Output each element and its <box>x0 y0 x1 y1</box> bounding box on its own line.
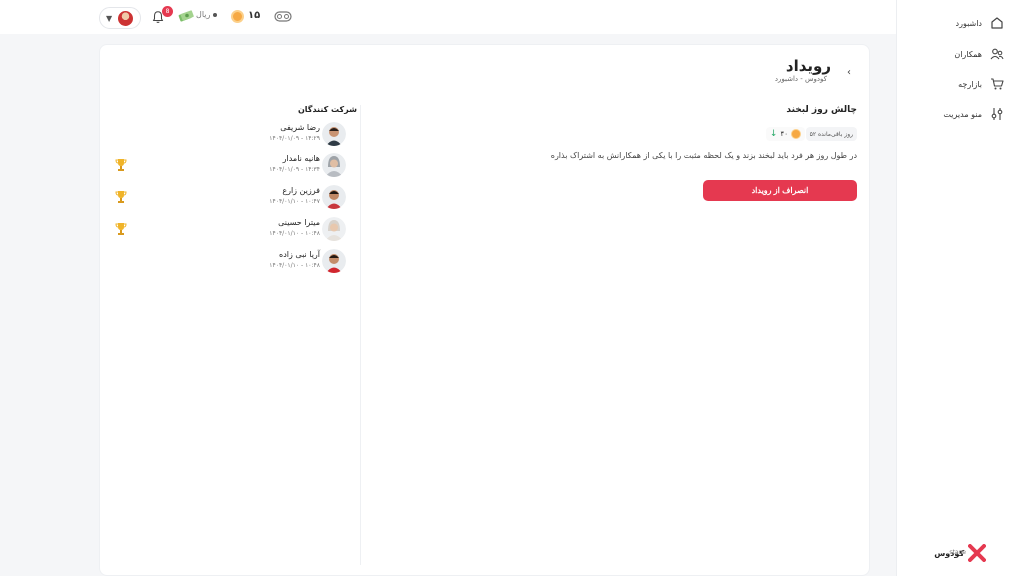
chevron-left-icon[interactable]: ‹ <box>847 67 851 78</box>
leave-event-button[interactable]: انصراف از رویداد <box>703 180 857 201</box>
challenge-title: چالش روز لبخند <box>786 105 857 115</box>
coin-icon <box>791 129 801 139</box>
challenge-description: در طول روز هر فرد باید لبخند بزند و یک ل… <box>550 151 857 160</box>
sidebar-item-label: منو مدیریت <box>943 109 982 119</box>
participant-time: ۱۴۰۴/۰۱/۱۰ - ۱۰:۴۸ <box>269 262 320 269</box>
participant-time: ۱۴۰۴/۰۱/۱۰ - ۱۰:۴۸ <box>269 230 320 237</box>
sidebar-item-label: داشبورد <box>955 18 982 28</box>
participant-name: آریا نبی زاده <box>279 250 320 259</box>
sidebar-item-label: بازارچه <box>958 79 982 89</box>
notification-badge: 8 <box>162 6 173 17</box>
coin-reward-value: ۴۰ <box>780 130 788 138</box>
trophy-icon <box>115 159 127 171</box>
participant-name: میترا حسینی <box>278 218 320 227</box>
money-icon <box>178 10 194 22</box>
settings-icon <box>991 108 1003 120</box>
participant-time: ۱۴۰۴/۰۱/۰۹ - ۱۴:۳۴ <box>269 166 320 173</box>
chevron-down-icon: ▼ <box>106 13 113 23</box>
home-icon <box>991 17 1003 29</box>
participant-time: ۱۴۰۴/۰۱/۱۰ - ۱۰:۴۷ <box>269 198 320 205</box>
sidebar-item-colleagues[interactable]: همکاران <box>954 47 1004 61</box>
wallet-balance: ریال <box>196 10 218 19</box>
participants-title: شرکت کنندگان <box>297 105 357 114</box>
sidebar-item-dashboard[interactable]: داشبورد <box>956 16 1004 30</box>
participant-name: هانیه نامدار <box>282 154 320 163</box>
sidebar-item-label: همکاران <box>954 49 982 59</box>
trophy-icon <box>115 223 127 235</box>
page-title: رویداد <box>785 57 831 75</box>
brand-subtitle: stage <box>949 549 966 556</box>
participant-name: رضا شریفی <box>280 123 320 132</box>
sidebar: داشبورد همکاران بازارچه منو مدیریت کودوس… <box>896 0 1024 576</box>
cart-icon <box>991 78 1004 90</box>
days-left-badge: ۵۲ روز باقی‌مانده <box>805 127 857 141</box>
participant-row[interactable]: رضا شریفی ۱۴۰۴/۰۱/۰۹ - ۱۴:۲۹ <box>100 122 360 150</box>
participant-row[interactable]: فرزین زارع ۱۴۰۴/۰۱/۱۰ - ۱۰:۴۷ <box>100 185 360 213</box>
coin-count: ۱۵ <box>248 10 261 21</box>
balance-dot <box>213 12 218 17</box>
participant-row[interactable]: میترا حسینی ۱۴۰۴/۰۱/۱۰ - ۱۰:۴۸ <box>100 217 360 245</box>
sidebar-item-admin-menu[interactable]: منو مدیریت <box>943 107 1004 121</box>
arrow-down-icon: ↓ <box>769 129 778 139</box>
avatar <box>322 185 346 209</box>
avatar <box>322 122 346 146</box>
coin-reward-badge: ↓ ۴۰ <box>765 127 805 141</box>
avatar <box>322 217 346 241</box>
event-card: ‹ رویداد کودوس - داشبورد چالش روز لبخند … <box>99 44 870 576</box>
trophy-icon <box>115 191 127 203</box>
users-icon <box>990 48 1004 60</box>
participant-row[interactable]: هانیه نامدار ۱۴۰۴/۰۱/۰۹ - ۱۴:۳۴ <box>100 153 360 181</box>
user-avatar <box>118 10 134 26</box>
currency-label: ریال <box>196 10 211 19</box>
participant-time: ۱۴۰۴/۰۱/۰۹ - ۱۴:۲۹ <box>269 135 320 142</box>
avatar <box>322 249 346 273</box>
coin-icon <box>231 10 244 23</box>
participant-row[interactable]: آریا نبی زاده ۱۴۰۴/۰۱/۱۰ - ۱۰:۴۸ <box>100 249 360 277</box>
column-divider <box>360 105 361 565</box>
profile-menu-button[interactable]: ▼ <box>99 7 141 29</box>
gamepad-icon[interactable] <box>274 9 292 23</box>
brand-logo-icon <box>968 544 986 562</box>
sidebar-item-marketplace[interactable]: بازارچه <box>958 77 1004 91</box>
participant-name: فرزین زارع <box>282 186 320 195</box>
top-bar: ▼ 8 ریال ۱۵ <box>0 0 896 34</box>
avatar <box>322 153 346 177</box>
breadcrumb: کودوس - داشبورد <box>774 75 827 83</box>
